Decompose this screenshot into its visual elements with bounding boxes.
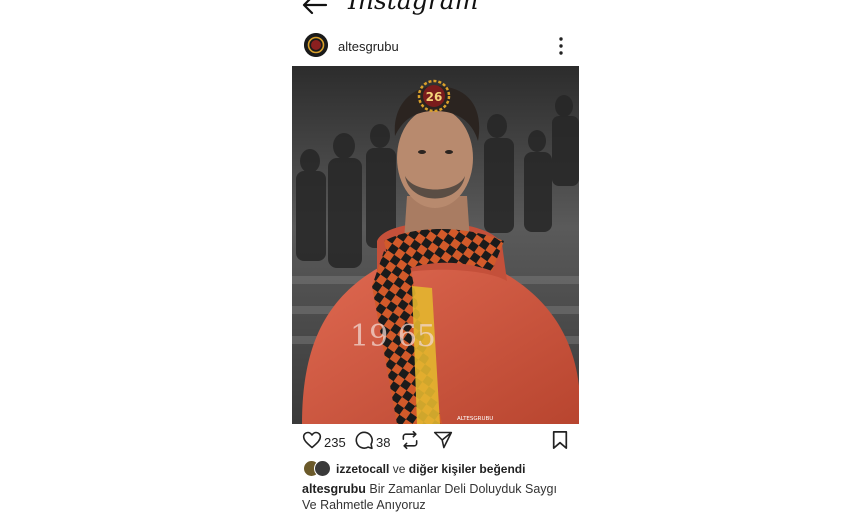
image-footer-text: ALTESGRUBU <box>457 416 493 422</box>
post-header: altesgrubu <box>292 30 579 64</box>
likes-count: 235 <box>324 435 346 450</box>
top-bar: Instagram <box>292 0 579 20</box>
comment-icon[interactable] <box>354 430 374 450</box>
app-logo: Instagram <box>348 0 479 15</box>
repost-icon[interactable] <box>400 430 420 450</box>
liker-avatar[interactable] <box>314 460 331 477</box>
liked-by-user[interactable]: izzetocall <box>336 462 389 476</box>
action-bar: 235 38 <box>292 428 579 456</box>
liked-by-row: izzetocall ve diğer kişiler beğendi <box>303 460 583 478</box>
liked-by-others[interactable]: diğer kişiler beğendi <box>409 462 526 476</box>
more-options-icon[interactable] <box>549 34 573 58</box>
bookmark-icon[interactable] <box>551 430 569 450</box>
avatar-badge-icon <box>304 33 328 57</box>
badge-number: 26 <box>426 90 443 104</box>
liked-by-text: izzetocall ve diğer kişiler beğendi <box>336 462 525 476</box>
sweater-text: 19 65 <box>350 319 436 354</box>
post-photo-illustration: 19 65 26 ALTESGRUBU <box>292 66 579 424</box>
post-image[interactable]: 19 65 26 ALTESGRUBU <box>292 66 579 424</box>
caption-username[interactable]: altesgrubu <box>302 482 366 496</box>
post-username[interactable]: altesgrubu <box>338 39 399 54</box>
heart-icon[interactable] <box>302 430 322 450</box>
liked-by-connector: ve <box>392 462 406 476</box>
comments-count: 38 <box>376 435 391 450</box>
share-icon[interactable] <box>433 430 453 450</box>
avatar[interactable] <box>304 33 328 57</box>
back-arrow-icon[interactable] <box>302 0 328 16</box>
post-caption: altesgrubu Bir Zamanlar Deli Doluyduk Sa… <box>302 481 572 513</box>
